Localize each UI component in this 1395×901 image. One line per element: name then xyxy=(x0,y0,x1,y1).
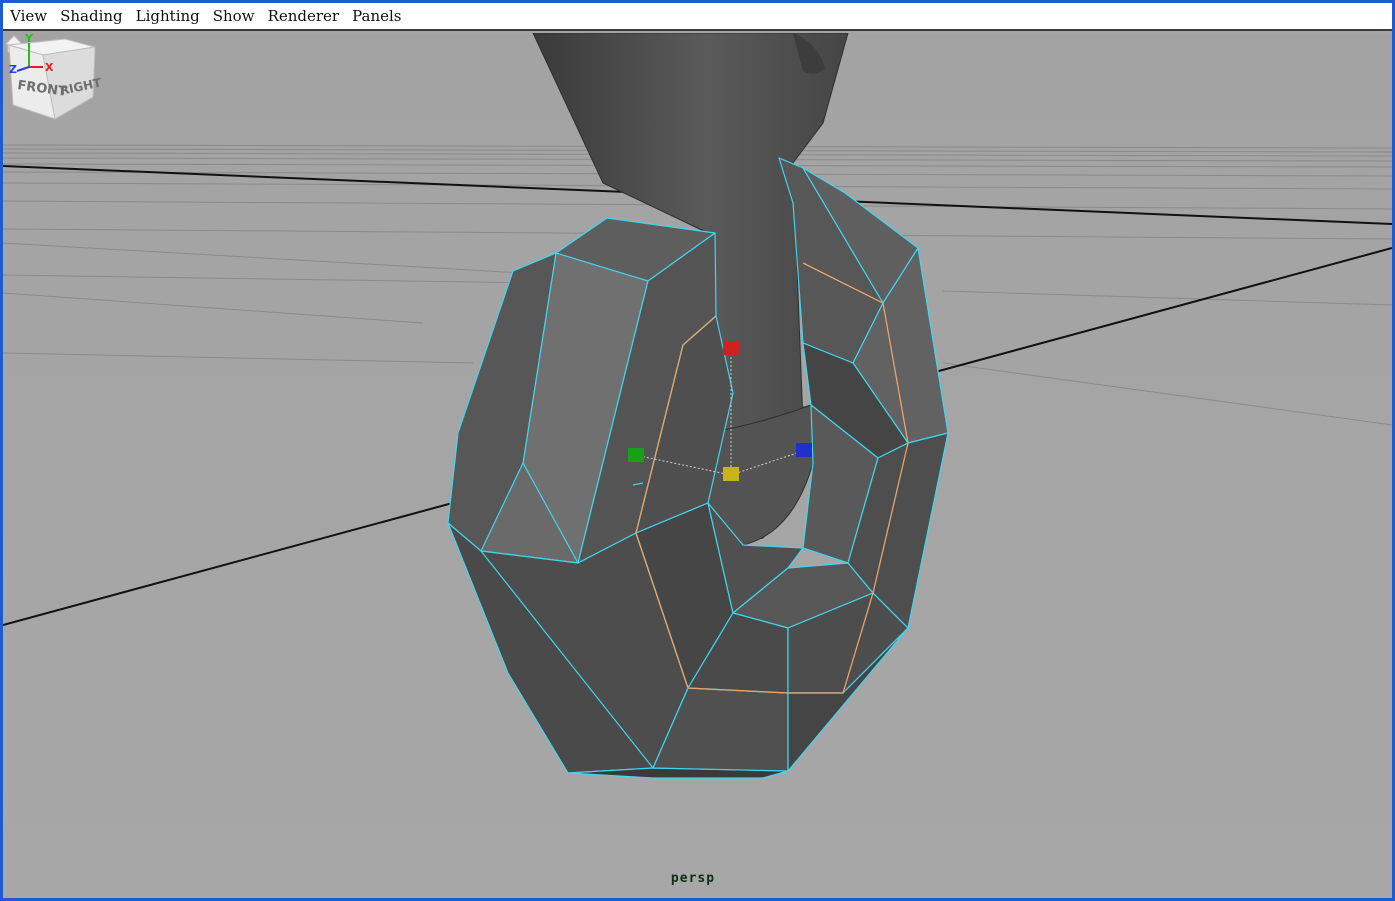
menu-view[interactable]: View xyxy=(10,7,47,25)
axis-gizmo: Y X Z xyxy=(9,33,54,76)
axis-y-label: Y xyxy=(24,33,34,45)
menu-renderer[interactable]: Renderer xyxy=(268,7,340,25)
manipulator-y-handle[interactable] xyxy=(723,341,739,355)
menu-show[interactable]: Show xyxy=(213,7,255,25)
manipulator-center-handle[interactable] xyxy=(723,467,739,481)
3d-viewport[interactable]: FRONT RIGHT Y X Z persp xyxy=(3,33,1392,898)
menu-lighting[interactable]: Lighting xyxy=(136,7,200,25)
panel-menubar: View Shading Lighting Show Renderer Pane… xyxy=(3,3,1392,31)
viewport-scene[interactable] xyxy=(3,33,1392,898)
menu-shading[interactable]: Shading xyxy=(60,7,123,25)
camera-name-label: persp xyxy=(670,871,716,886)
axis-x-label: X xyxy=(45,61,54,74)
menu-panels[interactable]: Panels xyxy=(352,7,401,25)
manipulator-z-handle[interactable] xyxy=(796,443,812,457)
axis-z-label: Z xyxy=(9,63,17,76)
manipulator-x-handle[interactable] xyxy=(628,448,644,462)
maya-viewport-window: View Shading Lighting Show Renderer Pane… xyxy=(0,0,1395,901)
